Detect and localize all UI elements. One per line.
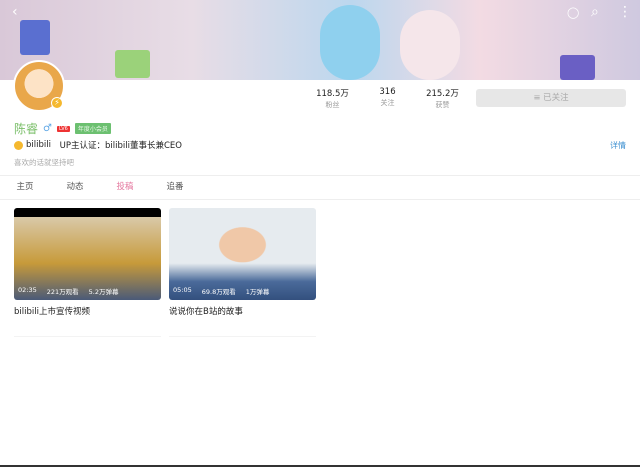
detail-link[interactable]: 详情 [610,140,626,151]
danmaku: 1万弹幕 [245,288,270,296]
search-icon[interactable]: ⌕ [591,4,599,20]
certification-icon [14,140,23,150]
video-card[interactable]: 02:35 221万观看 5.2万弹幕 bilibili上市宣传视频 [14,208,161,317]
video-thumbnail[interactable]: 05:05 69.8万观看 1万弹幕 [169,208,316,300]
user-name: 陈睿 [14,122,39,136]
level-badge: LV6 [56,125,70,132]
stat-following[interactable]: 316 关注 [360,87,415,110]
stat-fans[interactable]: 118.5万 粉丝 [305,87,360,110]
stat-value: 118.5万 [316,89,349,99]
certification-text: UP主认证：bilibili董事长兼CEO [59,141,182,151]
views: 69.8万观看 [201,288,236,296]
stat-likes[interactable]: 215.2万 获赞 [415,87,470,110]
stat-value: 316 [379,87,396,97]
divider [169,336,316,337]
signature: 喜欢的话就坚持吧 [14,158,74,167]
tab-uploads[interactable]: 投稿 [100,176,150,199]
back-arrow-icon[interactable]: ‹ [12,4,18,20]
stat-value: 215.2万 [426,89,459,99]
verified-badge-icon: ⚡ [51,97,63,109]
tab-dynamic[interactable]: 动态 [50,176,100,199]
danmaku: 5.2万弹幕 [88,288,119,296]
tab-bangumi[interactable]: 追番 [150,176,200,199]
profile-banner [0,0,640,80]
more-icon[interactable]: ⋮ [618,4,632,20]
cert-org: bilibili [26,140,51,150]
stat-label: 获赞 [435,101,450,109]
tab-home[interactable]: 主页 [0,176,50,199]
stat-label: 关注 [380,99,395,107]
stat-label: 粉丝 [325,101,340,109]
duration: 02:35 [18,286,37,294]
profile-tabs: 主页 动态 投稿 追番 [0,175,640,200]
vip-badge[interactable]: 年度小会员 [74,123,111,134]
video-title[interactable]: 说说你在B站的故事 [169,305,316,317]
gender-icon: ♂ [43,123,52,134]
video-title[interactable]: bilibili上市宣传视频 [14,305,161,317]
video-card[interactable]: 05:05 69.8万观看 1万弹幕 说说你在B站的故事 [169,208,316,317]
video-thumbnail[interactable]: 02:35 221万观看 5.2万弹幕 [14,208,161,300]
duration: 05:05 [173,286,192,294]
divider [14,336,161,337]
message-icon[interactable]: ◯ [567,6,579,19]
follow-button[interactable]: ≡ 已关注 [476,89,626,107]
views: 221万观看 [46,288,79,296]
